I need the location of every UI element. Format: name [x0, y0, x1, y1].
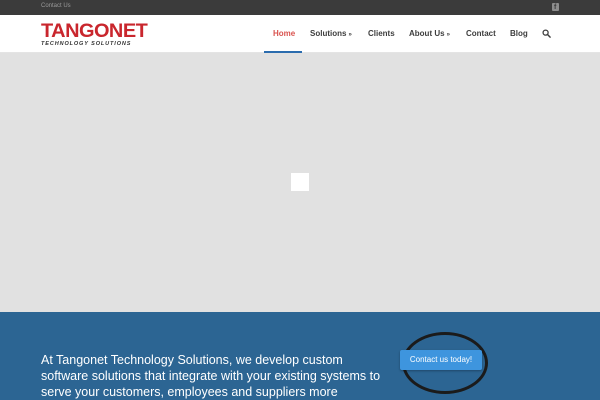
search-icon[interactable] [542, 29, 551, 38]
chevron-down-icon: » [348, 32, 352, 38]
nav-item-about-us-label: About Us [409, 29, 445, 38]
facebook-icon[interactable]: f [552, 3, 559, 11]
topbar-contact-link[interactable]: Contact Us [41, 3, 71, 9]
cta-section: At Tangonet Technology Solutions, we dev… [0, 312, 600, 400]
main-navbar: TANGONET TECHNOLOGY SOLUTIONS Home Solut… [0, 15, 600, 53]
slider-loading-indicator [291, 173, 309, 191]
nav-item-solutions-label: Solutions [310, 29, 347, 38]
logo-brand: TANGONET [41, 21, 148, 42]
cta-intro-text: At Tangonet Technology Solutions, we dev… [41, 353, 381, 399]
nav-item-home[interactable]: Home [273, 29, 295, 38]
hero-slider [0, 53, 600, 312]
top-bar: Contact Us f [0, 0, 600, 15]
nav-item-about-us[interactable]: About Us» [409, 29, 450, 38]
nav-item-contact[interactable]: Contact [466, 29, 496, 38]
nav-item-blog[interactable]: Blog [510, 29, 528, 38]
nav-item-clients[interactable]: Clients [368, 29, 395, 38]
chevron-down-icon: » [446, 32, 450, 38]
site-logo[interactable]: TANGONET TECHNOLOGY SOLUTIONS [41, 22, 161, 47]
contact-us-today-button[interactable]: Contact us today! [400, 350, 482, 370]
nav-item-solutions[interactable]: Solutions» [310, 29, 352, 38]
